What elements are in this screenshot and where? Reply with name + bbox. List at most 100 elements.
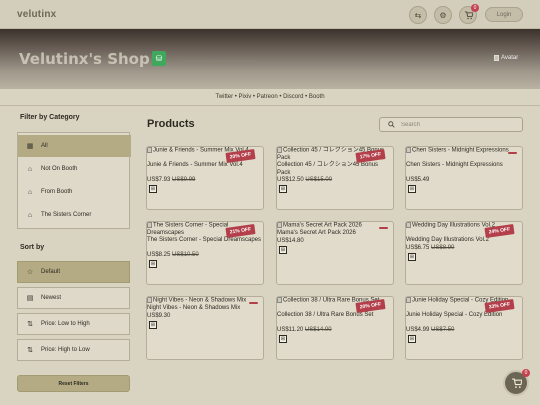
current-price: US$12.50 — [277, 177, 304, 183]
product-title[interactable]: Mama's Secret Art Pack 2026 — [277, 230, 393, 238]
category-not-on-booth[interactable]: ⌂ Not On Booth — [18, 158, 131, 180]
add-to-cart-icon[interactable]: ⊞ — [279, 185, 287, 193]
cart-icon — [511, 378, 522, 388]
sort-default[interactable]: ☆ Default — [17, 261, 130, 283]
add-to-cart-icon[interactable]: ⊞ — [149, 185, 157, 193]
search-bar[interactable] — [379, 117, 523, 132]
current-price: US$14.80 — [277, 238, 304, 244]
sort-arrows-icon: ⇅ — [27, 347, 33, 354]
tag-icon: ⌂ — [27, 188, 33, 196]
grid-icon: ▦ — [26, 143, 34, 150]
product-card[interactable]: Collection 38 / Ultra Rare Bonus Set Coll… — [276, 296, 394, 360]
add-to-cart-icon[interactable]: ⊞ — [408, 185, 416, 193]
add-to-cart-icon[interactable]: ⊞ — [149, 260, 157, 268]
broken-image-icon — [277, 147, 282, 153]
product-price: US$6.75 US$8.90 — [406, 245, 454, 251]
product-card[interactable]: Mama's Secret Art Pack 2026 Mama's Secret… — [276, 221, 394, 285]
reset-filters-button[interactable]: Reset Filters — [17, 375, 130, 392]
shopping-bag-icon: ⛁ — [152, 51, 166, 66]
brand-logo[interactable]: velutinx — [17, 9, 56, 20]
top-bar: velutinx ⇆ ⚙ 0 Login — [0, 0, 540, 29]
original-price: US$8.90 — [431, 245, 455, 251]
products-heading: Products — [147, 118, 195, 130]
broken-image-icon — [147, 297, 152, 303]
add-to-cart-icon[interactable]: ⊞ — [149, 321, 157, 329]
theme-toggle-button[interactable]: ⚙ — [434, 6, 452, 24]
product-title[interactable]: Chen Sisters - Midnight Expressions — [406, 162, 522, 170]
add-to-cart-icon[interactable]: ⊞ — [408, 335, 416, 343]
login-button[interactable]: Login — [485, 7, 523, 22]
badge-marker — [379, 227, 388, 229]
broken-image-icon — [147, 147, 152, 153]
product-title[interactable]: Junie & Friends - Summer Mix Vol.4 — [147, 162, 263, 170]
floating-cart-count-badge: 0 — [522, 369, 530, 377]
product-price: US$4.99 US$7.50 — [406, 327, 454, 333]
category-list: ▦ All ⌂ Not On Booth ⌂ From Booth ⌂ The … — [17, 132, 131, 229]
product-card[interactable]: Wedding Day Illustrations Vol.2 Wedding D… — [405, 221, 523, 285]
current-price: US$9.30 — [147, 313, 171, 319]
shop-banner: Velutinx's Shop ⛁ Digital artworks, illu… — [0, 29, 540, 89]
cart-count-badge: 0 — [471, 4, 479, 12]
sort-arrows-icon: ⇅ — [27, 321, 33, 328]
broken-image-icon — [406, 222, 411, 228]
avatar: Avatar — [494, 55, 518, 61]
broken-image-icon — [494, 55, 499, 61]
translate-icon: ⇆ — [414, 10, 422, 20]
sort-price-low-high[interactable]: ⇅ Price: Low to High — [17, 313, 130, 335]
current-price: US$11.20 — [277, 327, 304, 333]
product-title[interactable]: Wedding Day Illustrations Vol.2 — [406, 237, 522, 245]
current-price: US$7.93 — [147, 177, 171, 183]
product-card[interactable]: Chen Sisters - Midnight Expressions Chen … — [405, 146, 523, 210]
original-price: US$15.00 — [305, 177, 333, 183]
product-title[interactable]: Collection 38 / Ultra Rare Bonus Set — [277, 312, 393, 320]
badge-marker — [508, 152, 517, 154]
social-links[interactable]: Twitter • Pixiv • Patreon • Discord • Bo… — [0, 89, 540, 106]
current-price: US$8.25 — [147, 252, 171, 258]
tag-icon: ⌂ — [27, 211, 33, 219]
original-price: US$10.50 — [172, 252, 199, 258]
current-price: US$4.99 — [406, 327, 430, 333]
product-title[interactable]: The Sisters Corner - Special Dreamscapes — [147, 237, 263, 245]
category-from-booth[interactable]: ⌂ From Booth — [18, 181, 131, 203]
add-to-cart-icon[interactable]: ⊞ — [279, 335, 287, 343]
calendar-icon: ▤ — [26, 295, 34, 302]
shop-name: Velutinx's Shop — [19, 50, 150, 68]
product-image[interactable]: Mama's Secret Art Pack 2026 — [277, 222, 393, 230]
original-price: US$9.99 — [172, 177, 196, 183]
tag-icon: ⌂ — [27, 165, 33, 173]
product-price: US$12.50 US$15.00 — [277, 177, 332, 183]
product-price: US$8.25 US$10.50 — [147, 252, 199, 258]
sidebar: Filter by Category ▦ All ⌂ Not On Booth … — [17, 114, 131, 392]
search-icon — [388, 121, 395, 128]
sort-price-high-low[interactable]: ⇅ Price: High to Low — [17, 339, 130, 361]
badge-marker — [249, 302, 258, 304]
language-button[interactable]: ⇆ — [409, 6, 427, 24]
sort-newest[interactable]: ▤ Newest — [17, 287, 130, 309]
product-card[interactable]: Junie Holiday Special - Cozy Edition Juni… — [405, 296, 523, 360]
broken-image-icon — [406, 147, 411, 153]
category-sisters-corner[interactable]: ⌂ The Sisters Corner — [18, 204, 131, 226]
product-card[interactable]: The Sisters Corner - Special Dreamscapes… — [146, 221, 264, 285]
product-title[interactable]: Collection 45 / コレクション45 Bonus Pack — [277, 162, 393, 177]
settings-icon: ⚙ — [439, 10, 447, 20]
product-price: US$14.80 — [277, 238, 304, 244]
search-input[interactable] — [401, 121, 511, 128]
add-to-cart-icon[interactable]: ⊞ — [279, 246, 287, 254]
original-price: US$7.50 — [431, 327, 455, 333]
cart-icon — [464, 10, 473, 19]
product-title[interactable]: Night Vibes - Neon & Shadows Mix — [147, 305, 263, 313]
cart-button[interactable]: 0 — [459, 4, 479, 24]
product-card[interactable]: Collection 45 / コレクション45 Bonus Pack Colle… — [276, 146, 394, 210]
product-image[interactable]: Night Vibes - Neon & Shadows Mix — [147, 297, 263, 305]
add-to-cart-icon[interactable]: ⊞ — [408, 253, 416, 261]
product-card[interactable]: Night Vibes - Neon & Shadows Mix Night Vi… — [146, 296, 264, 360]
product-price: US$9.30 — [147, 313, 170, 319]
shop-tagline: Digital artworks, illustrations & collec… — [182, 58, 256, 63]
product-card[interactable]: Junie & Friends - Summer Mix Vol.4 Junie … — [146, 146, 264, 210]
product-price: US$11.20 US$14.00 — [277, 327, 332, 333]
product-image[interactable]: Chen Sisters - Midnight Expressions — [406, 147, 522, 155]
star-icon: ☆ — [26, 269, 34, 276]
product-title[interactable]: Junie Holiday Special - Cozy Edition — [406, 312, 522, 320]
floating-cart-button[interactable]: 0 — [503, 369, 530, 396]
category-all[interactable]: ▦ All — [18, 135, 131, 157]
